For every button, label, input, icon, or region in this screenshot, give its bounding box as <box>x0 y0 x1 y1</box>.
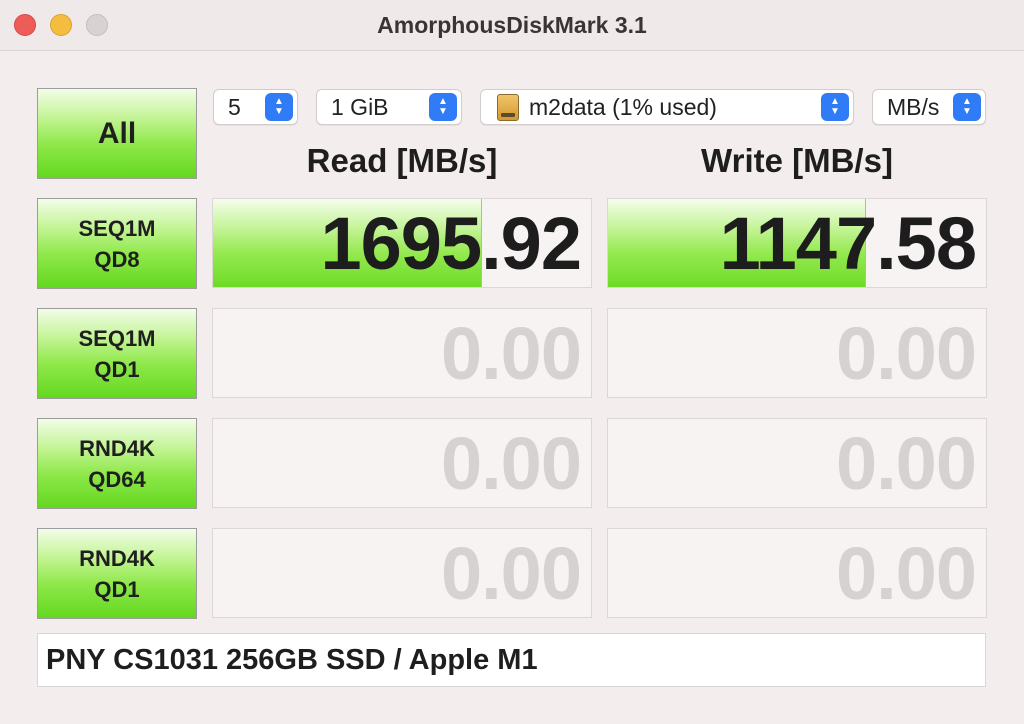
write-column-header: Write [MB/s] <box>701 142 893 179</box>
write-result-seq1m-qd1: 0.00 <box>607 308 987 398</box>
test-name-line2: QD8 <box>94 246 140 272</box>
read-value: 0.00 <box>440 532 582 615</box>
test-name-line1: RND4K <box>79 545 155 571</box>
title-bar: AmorphousDiskMark 3.1 <box>0 0 1024 51</box>
test-size-select[interactable]: 1 GiB ▲ ▼ <box>316 89 462 125</box>
read-value: 1695.92 <box>320 202 582 285</box>
test-count-value: 5 <box>228 93 241 120</box>
hard-drive-icon <box>497 93 519 121</box>
test-name-line1: SEQ1M <box>78 325 156 351</box>
test-name-line2: QD1 <box>94 356 140 382</box>
test-button-seq1m-qd8[interactable]: SEQ1M QD8 <box>37 198 197 289</box>
write-value: 1147.58 <box>719 202 977 285</box>
write-value: 0.00 <box>835 312 977 395</box>
run-all-button[interactable]: All <box>37 88 197 179</box>
read-result-rnd4k-qd64: 0.00 <box>212 418 592 508</box>
popup-arrows-icon: ▲ ▼ <box>821 93 849 121</box>
drive-info-text: PNY CS1031 256GB SSD / Apple M1 <box>46 643 538 676</box>
unit-value: MB/s <box>887 93 940 120</box>
write-result-rnd4k-qd64: 0.00 <box>607 418 987 508</box>
test-count-select[interactable]: 5 ▲ ▼ <box>213 89 298 125</box>
popup-arrows-icon: ▲ ▼ <box>265 93 293 121</box>
test-button-seq1m-qd1[interactable]: SEQ1M QD1 <box>37 308 197 399</box>
test-button-rnd4k-qd64[interactable]: RND4K QD64 <box>37 418 197 509</box>
target-drive-select[interactable]: m2data (1% used) ▲ ▼ <box>480 89 854 125</box>
write-result-seq1m-qd8: 1147.58 <box>607 198 987 288</box>
read-value: 0.00 <box>440 312 582 395</box>
write-result-rnd4k-qd1: 0.00 <box>607 528 987 618</box>
popup-arrows-icon: ▲ ▼ <box>429 93 457 121</box>
write-value: 0.00 <box>835 422 977 505</box>
popup-arrows-icon: ▲ ▼ <box>953 93 981 121</box>
test-name-line1: SEQ1M <box>78 215 156 241</box>
read-result-seq1m-qd1: 0.00 <box>212 308 592 398</box>
unit-select[interactable]: MB/s ▲ ▼ <box>872 89 986 125</box>
target-drive-value: m2data (1% used) <box>529 93 717 120</box>
test-size-value: 1 GiB <box>331 93 389 120</box>
test-name-line2: QD1 <box>94 576 140 602</box>
test-button-rnd4k-qd1[interactable]: RND4K QD1 <box>37 528 197 619</box>
read-result-seq1m-qd8: 1695.92 <box>212 198 592 288</box>
test-name-line2: QD64 <box>88 466 146 492</box>
read-result-rnd4k-qd1: 0.00 <box>212 528 592 618</box>
write-value: 0.00 <box>835 532 977 615</box>
read-value: 0.00 <box>440 422 582 505</box>
read-column-header: Read [MB/s] <box>306 142 498 179</box>
test-name-line1: RND4K <box>79 435 155 461</box>
drive-info-field[interactable]: PNY CS1031 256GB SSD / Apple M1 <box>37 633 986 687</box>
run-all-label: All <box>97 116 137 150</box>
app-window: AmorphousDiskMark 3.1 All 5 ▲ ▼ 1 GiB ▲ ▼ … <box>0 0 1024 724</box>
window-title: AmorphousDiskMark 3.1 <box>377 12 647 38</box>
